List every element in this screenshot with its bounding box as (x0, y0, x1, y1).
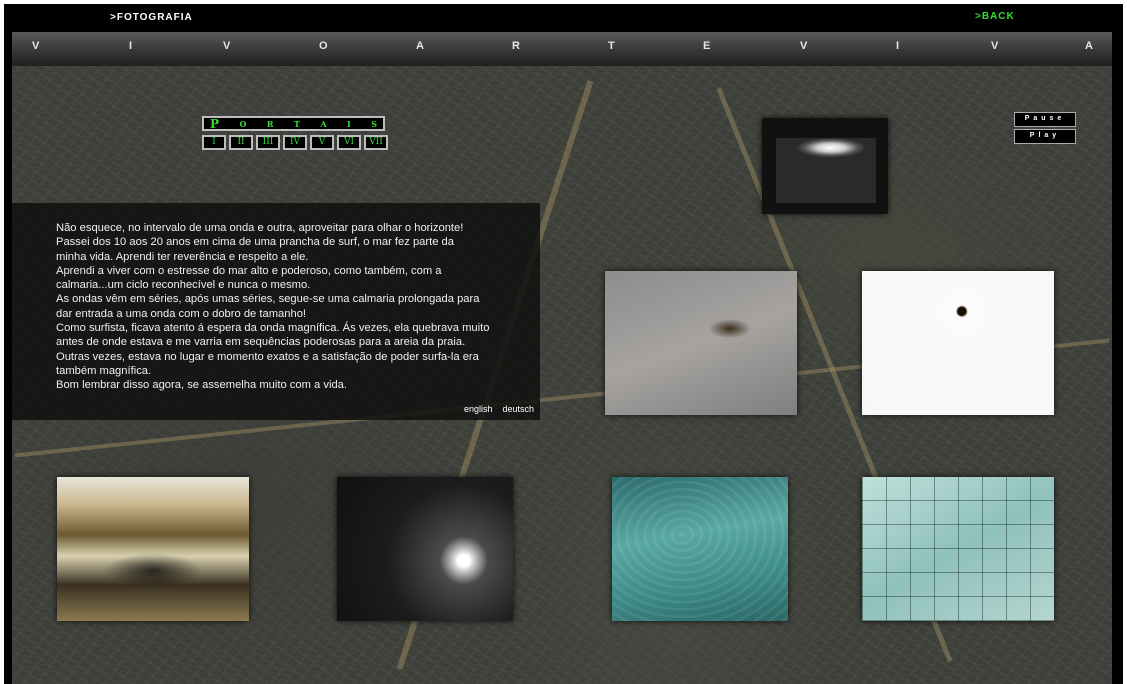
photo-thumbnail-insect-on-concrete[interactable] (605, 271, 797, 415)
title-letter: I (129, 40, 133, 52)
photo-thumbnail-pool-water[interactable] (612, 477, 788, 621)
text-line: Outras vezes, estava no lugar e momento … (56, 350, 479, 363)
portais-title-letter: A (320, 118, 327, 129)
title-letter: R (512, 40, 520, 52)
portais-title-letter: R (266, 118, 274, 129)
title-letter: A (416, 40, 424, 52)
portal-button-3[interactable]: III (256, 135, 280, 150)
portal-button-2[interactable]: II (229, 135, 253, 150)
section-label: >FOTOGRAFIA (110, 12, 193, 23)
back-link[interactable]: >BACK (975, 11, 1015, 22)
language-links: english deutsch (464, 404, 534, 414)
photo-thumbnail-water-ripples[interactable] (57, 477, 249, 621)
title-letter: V (223, 40, 231, 52)
text-line: As ondas vêm em séries, após umas séries… (56, 293, 480, 306)
text-line: Passei dos 10 aos 20 anos em cima de uma… (56, 236, 454, 249)
story-text: Não esquece, no intervalo de uma onda e … (56, 221, 536, 393)
portais-title: P O R T A I S (202, 116, 385, 131)
title-letter: V (800, 40, 808, 52)
portal-button-6[interactable]: VI (337, 135, 361, 150)
slideshow-controls: Pause Play (1014, 112, 1076, 146)
title-letter: O (319, 40, 328, 52)
portais-title-letter: T (293, 118, 300, 129)
page-frame: >FOTOGRAFIA >BACK V I V O A R T E V I V … (4, 4, 1123, 684)
portais-title-letter: P (210, 116, 220, 131)
text-line: minha vida. Aprendi ter reverência e res… (56, 250, 309, 263)
photo-thumbnail-white-spot[interactable] (862, 271, 1054, 415)
photo-thumbnail-pool-tiles[interactable] (862, 477, 1054, 621)
portal-button-1[interactable]: I (202, 135, 226, 150)
map-background: P O R T A I S I II III IV V VI VII Pause… (12, 66, 1112, 684)
portais-buttons: I II III IV V VI VII (202, 135, 388, 150)
deutsch-link[interactable]: deutsch (502, 404, 534, 414)
portais-title-letter: I (347, 118, 351, 129)
portais-menu: P O R T A I S I II III IV V VI VII (202, 116, 388, 150)
text-line: Não esquece, no intervalo de uma onda e … (56, 222, 464, 234)
portal-button-5[interactable]: V (310, 135, 334, 150)
photo-thumbnail-moon[interactable] (337, 477, 513, 621)
top-bar: >FOTOGRAFIA >BACK (4, 4, 1123, 31)
title-letter: I (896, 40, 900, 52)
english-link[interactable]: english (464, 404, 493, 414)
photo-thumbnail-tunnel-light[interactable] (762, 118, 888, 214)
text-line: Como surfista, ficava atento á espera da… (56, 322, 490, 335)
title-letter: A (1085, 40, 1093, 52)
text-panel: Não esquece, no intervalo de uma onda e … (12, 203, 540, 420)
text-line: também magnífica. (56, 364, 152, 377)
text-line: Bom lembrar disso agora, se assemelha mu… (56, 379, 348, 392)
photo-image (776, 138, 876, 203)
portais-title-letter: S (371, 118, 377, 129)
text-line: calmaria...um ciclo reconhecível e nunca… (56, 279, 311, 292)
title-letter: V (32, 40, 40, 52)
site-title-bar: V I V O A R T E V I V A (12, 32, 1112, 66)
pause-button[interactable]: Pause (1014, 112, 1076, 127)
portal-button-7[interactable]: VII (364, 135, 388, 150)
title-letter: T (608, 40, 615, 52)
text-line: dar entrada a uma onda com o dobro de ta… (56, 307, 307, 320)
portais-title-letter: O (239, 118, 247, 129)
text-line: Aprendi a viver com o estresse do mar al… (56, 264, 442, 277)
portal-button-4[interactable]: IV (283, 135, 307, 150)
title-letter: V (991, 40, 999, 52)
text-line: antes de onde estava e me varria em sequ… (56, 336, 466, 349)
play-button[interactable]: Play (1014, 129, 1076, 144)
title-letter: E (703, 40, 711, 52)
